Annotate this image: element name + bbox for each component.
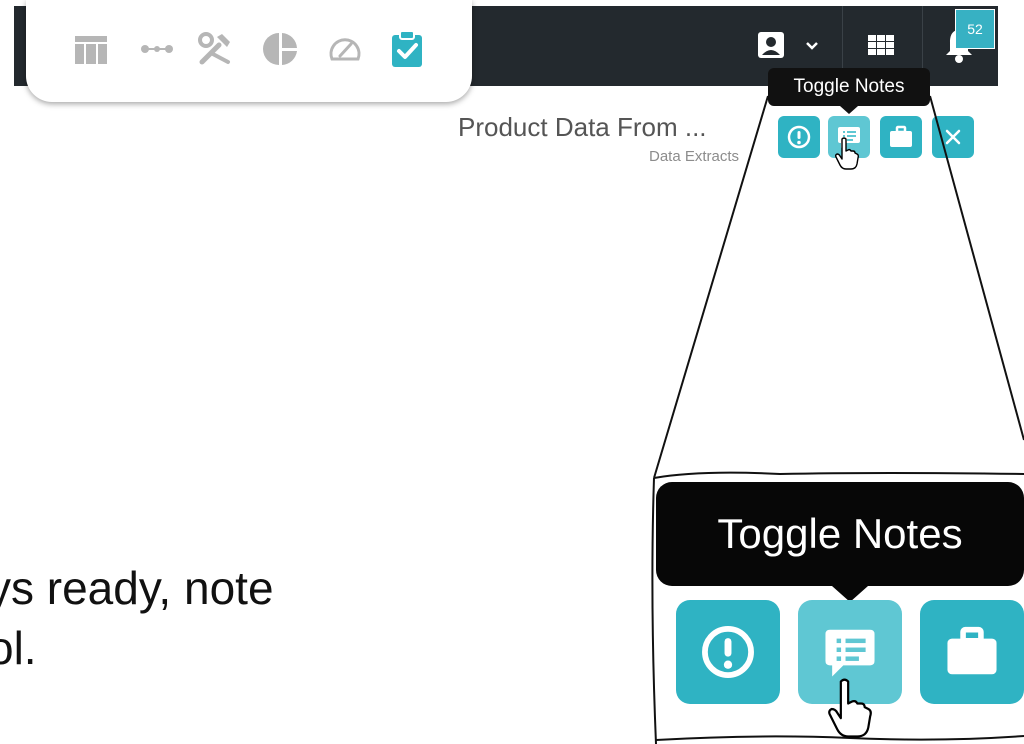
notes-icon [825,629,875,677]
caption-line: ol. [0,622,37,674]
caption-line: ys ready, note [0,562,274,614]
zoomed-briefcase-button[interactable] [920,600,1024,704]
briefcase-icon [947,626,997,675]
caption-text: ys ready, note ol. [0,558,274,678]
zoomed-info-button[interactable] [676,600,780,704]
zoomed-tooltip: Toggle Notes [656,482,1024,602]
hand-cursor-icon [828,678,872,738]
exclamation-circle-icon [702,626,754,678]
